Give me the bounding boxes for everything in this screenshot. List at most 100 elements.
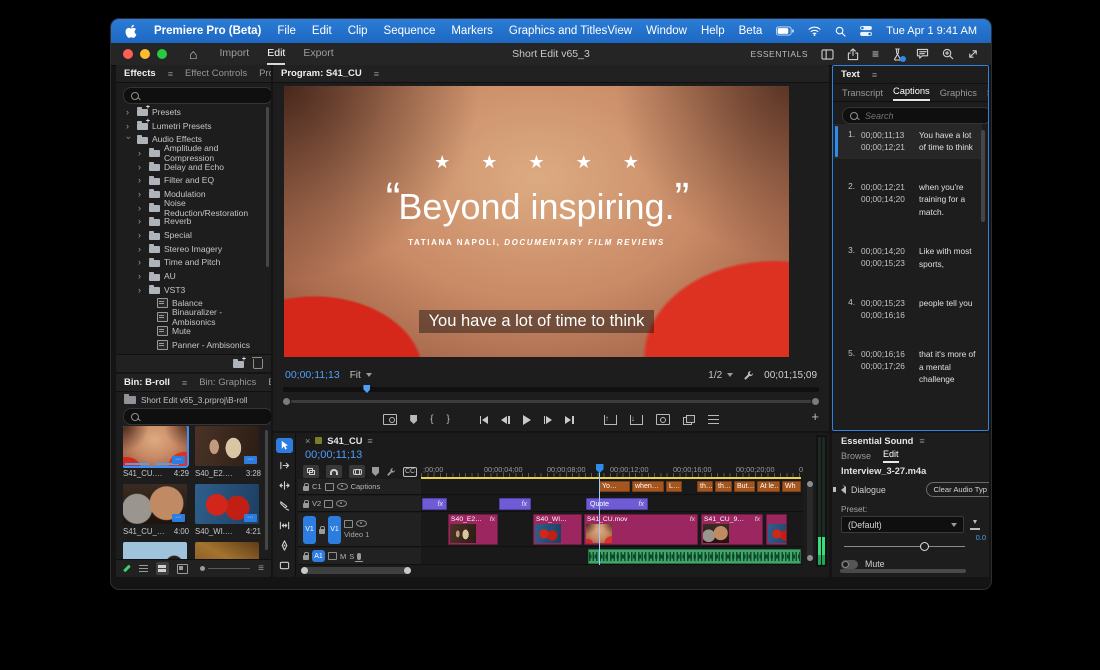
panel-menu-icon[interactable]: ≡ [367, 436, 372, 446]
twirl-icon[interactable]: › [138, 216, 145, 226]
captions-visibility-icon[interactable]: CC [403, 467, 417, 477]
workspaces-icon[interactable] [821, 49, 834, 60]
button-editor-icon[interactable] [708, 415, 719, 424]
zoom-level-dropdown[interactable]: Fit [350, 370, 372, 381]
close-window-button[interactable] [123, 49, 133, 59]
effects-tree-item[interactable]: › Panner - Ambisonics [118, 338, 263, 352]
lock-icon[interactable] [303, 555, 309, 560]
effects-tree-item[interactable]: › Binauralizer - Ambisonics [118, 310, 263, 324]
menu-beta[interactable]: Beta [739, 25, 763, 37]
clip-thumbnail[interactable] [123, 542, 187, 559]
snap-magnet-icon[interactable] [326, 465, 342, 478]
bin-clip[interactable]: ⋯ S41_CU_9... 4:00 [123, 484, 189, 540]
clip-badge-icon[interactable]: ⋯ [244, 456, 257, 464]
lift-icon[interactable]: ↑ [604, 415, 617, 425]
menu-help[interactable]: Help [701, 25, 725, 37]
caption-list-item[interactable]: 5. 00;00;16;1600;00;17;26 that it's more… [833, 343, 982, 390]
graphic-clip[interactable]: fx [422, 498, 447, 510]
caption-text[interactable]: that it's more of a mental challenge [919, 348, 978, 385]
twirl-icon[interactable]: › [126, 121, 133, 131]
zoom-window-button[interactable] [157, 49, 167, 59]
caption-clip[interactable]: th… [715, 481, 732, 492]
caption-clip[interactable]: At le… [757, 481, 780, 492]
timeline-playhead[interactable] [599, 464, 600, 565]
sync-lock-icon[interactable] [325, 483, 334, 491]
zoom-tool-icon[interactable] [942, 48, 954, 60]
panel-menu-icon[interactable]: ≡ [182, 378, 187, 388]
twirl-icon[interactable]: › [138, 257, 145, 267]
tab-program-monitor[interactable]: Program: S41_CU [281, 68, 362, 79]
effects-tree-item[interactable]: › Lumetri Presets [118, 119, 263, 133]
text-panel-title[interactable]: Text [841, 69, 860, 80]
solo-track-button[interactable]: S [349, 552, 354, 561]
caption-clip[interactable]: Wh [782, 481, 801, 492]
bin-scrollbar[interactable] [265, 430, 268, 550]
zoom-handle-left[interactable] [283, 398, 290, 405]
lock-icon[interactable] [303, 486, 309, 491]
add-marker-icon[interactable] [372, 467, 379, 476]
effects-tree-item[interactable]: › VST3 [118, 283, 263, 297]
graphic-clip[interactable]: Quotefx [586, 498, 648, 510]
freeform-view-icon[interactable] [177, 564, 188, 574]
a1-track-header[interactable]: A1 M S [298, 548, 421, 565]
bin-clip[interactable] [195, 542, 261, 559]
effects-tree-item[interactable]: › Special [118, 228, 263, 242]
caption-timecodes[interactable]: 00;00;11;1300;00;12;21 [861, 129, 913, 154]
twirl-icon[interactable]: › [138, 271, 145, 281]
caption-timecodes[interactable]: 00;00;15;2300;00;16;16 [861, 297, 913, 321]
seek-playhead-caret[interactable] [363, 385, 370, 393]
effects-search-input[interactable] [123, 87, 271, 104]
captions-search-input[interactable] [842, 107, 989, 124]
timeline-timecode[interactable]: 00;00;11;13 [305, 449, 362, 461]
menu-graphics-titles[interactable]: Graphics and Titles [509, 25, 607, 37]
effects-tree-item[interactable]: › AU [118, 269, 263, 283]
stacked-panels-icon[interactable]: ≡ [872, 47, 879, 61]
track-visibility-icon[interactable] [336, 500, 347, 507]
menubar-clock[interactable]: Tue Apr 1 9:41 AM [886, 25, 977, 37]
nav-import[interactable]: Import [219, 43, 249, 65]
bin-clip[interactable]: ⋯ S41_CU.mov 4:29 [123, 426, 189, 482]
video-clip[interactable]: S41_CU.movfx [584, 514, 698, 545]
settings-wrench-icon[interactable] [743, 370, 754, 381]
fullscreen-icon[interactable] [967, 48, 979, 60]
nav-edit[interactable]: Edit [267, 43, 285, 65]
clip-volume-slider[interactable] [844, 542, 965, 551]
razor-tool[interactable] [276, 498, 293, 513]
pen-tool[interactable] [276, 538, 293, 553]
panel-menu-icon[interactable]: ≡ [374, 69, 379, 79]
caption-list-item[interactable]: 2. 00;00;12;2100;00;14;20 when you're tr… [833, 176, 982, 223]
a1-lane[interactable] [421, 548, 803, 565]
twirl-icon[interactable]: › [138, 285, 145, 295]
v2-lane[interactable]: fx fx Quotefx [421, 496, 803, 512]
mute-toggle[interactable] [841, 560, 858, 569]
tab-effect-controls[interactable]: Effect Controls [185, 68, 247, 79]
lock-icon[interactable] [303, 503, 309, 508]
bin-clip[interactable]: ⋯ S40_E2.mov 3:28 [195, 426, 261, 482]
caption-clip[interactable]: Yo… [599, 481, 630, 492]
video-clip[interactable]: S40_WI… [533, 514, 582, 545]
step-back-icon[interactable] [501, 416, 510, 424]
feedback-bubble-icon[interactable] [916, 48, 929, 60]
track-select-forward-tool[interactable] [276, 458, 293, 473]
tab-properties[interactable]: Propertie [259, 68, 271, 79]
step-forward-icon[interactable] [544, 416, 553, 424]
caption-timecodes[interactable]: 00;00;12;2100;00;14;20 [861, 181, 913, 218]
caption-clip[interactable]: But… [734, 481, 755, 492]
twirl-icon[interactable]: › [126, 107, 133, 117]
ripple-edit-tool[interactable] [276, 478, 293, 493]
workspace-label[interactable]: ESSENTIALS [751, 49, 808, 59]
menu-window[interactable]: Window [646, 25, 687, 37]
menu-edit[interactable]: Edit [312, 25, 332, 37]
sequence-tab[interactable]: S41_CU [327, 436, 362, 446]
captions-track-header[interactable]: C1 Captions [298, 479, 421, 495]
extract-icon[interactable]: ↓ [630, 415, 643, 425]
track-target-v1[interactable]: V1 [328, 516, 341, 544]
tab-captions[interactable]: Captions [893, 84, 930, 101]
tab-s4[interactable]: S4 [987, 88, 989, 98]
quick-export-icon[interactable] [847, 48, 859, 61]
thumbnail-size-slider[interactable] [200, 566, 250, 571]
comparison-view-icon[interactable] [683, 415, 695, 424]
menu-clip[interactable]: Clip [348, 25, 368, 37]
audio-clip[interactable] [588, 549, 801, 564]
graphic-clip[interactable]: fx [499, 498, 531, 510]
